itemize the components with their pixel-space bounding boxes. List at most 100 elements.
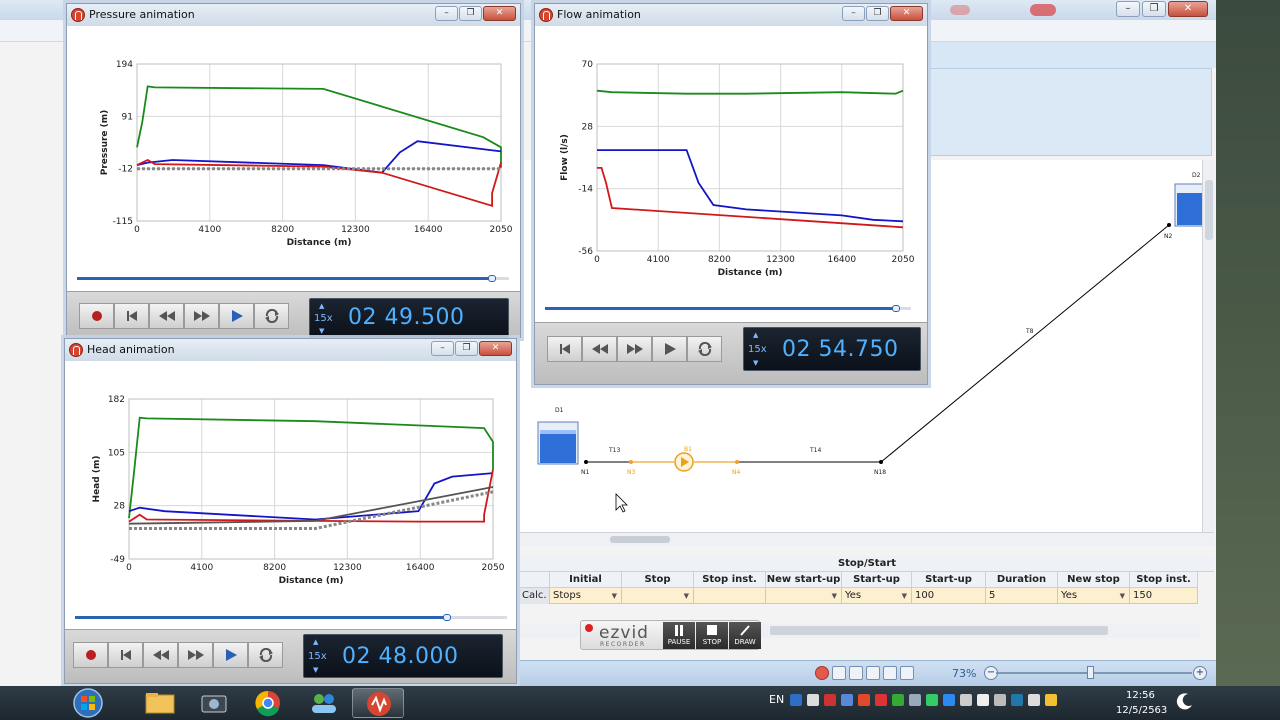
speed-up-icon[interactable]: ▲ bbox=[313, 638, 318, 646]
maximize-button[interactable]: ❐ bbox=[866, 6, 889, 21]
clock-date[interactable]: 12/5/2563 bbox=[1116, 705, 1167, 716]
cell-stop-inst[interactable] bbox=[694, 588, 766, 604]
rewind-button[interactable] bbox=[149, 303, 184, 329]
tray-icon[interactable] bbox=[824, 694, 836, 706]
moon-icon[interactable] bbox=[1176, 692, 1194, 710]
play-button[interactable] bbox=[213, 642, 248, 668]
tray-icon[interactable] bbox=[892, 694, 904, 706]
close-button[interactable]: ✕ bbox=[479, 341, 512, 356]
loop-button[interactable] bbox=[687, 336, 722, 362]
play-button[interactable] bbox=[652, 336, 687, 362]
canvas-vertical-scrollbar[interactable] bbox=[1202, 160, 1214, 532]
tray-icon[interactable] bbox=[926, 694, 938, 706]
flow-speed[interactable]: 15x bbox=[748, 344, 767, 355]
skip-start-button[interactable] bbox=[114, 303, 149, 329]
zoom-slider[interactable] bbox=[996, 672, 1192, 674]
cell-start-up-inst[interactable]: 100 bbox=[912, 588, 986, 604]
pressure-progress-track[interactable] bbox=[77, 275, 509, 282]
properties-scroll-thumb[interactable] bbox=[770, 626, 1108, 635]
col-stop-inst-2[interactable]: Stop inst. bbox=[1130, 572, 1198, 588]
status-tool-icon[interactable] bbox=[832, 666, 846, 680]
col-initial[interactable]: Initial bbox=[550, 572, 622, 588]
node-n2[interactable] bbox=[1167, 223, 1171, 227]
canvas-horizontal-scroll-thumb[interactable] bbox=[610, 536, 670, 543]
taskbar-hydraulic-app[interactable] bbox=[352, 688, 404, 718]
cell-new-start-up[interactable]: ▼ bbox=[766, 588, 842, 604]
status-tool-icon[interactable] bbox=[849, 666, 863, 680]
flow-progress-thumb[interactable] bbox=[892, 305, 901, 312]
record-button[interactable] bbox=[73, 642, 108, 668]
skip-start-button[interactable] bbox=[108, 642, 143, 668]
pressure-titlebar[interactable]: Pressure animation – ❐ ✕ bbox=[67, 4, 520, 26]
cell-stop[interactable]: ▼ bbox=[622, 588, 694, 604]
col-stop-inst[interactable]: Stop inst. bbox=[694, 572, 766, 588]
taskbar-chrome[interactable] bbox=[242, 688, 294, 718]
start-button-icon[interactable] bbox=[68, 687, 108, 719]
flow-progress-track[interactable] bbox=[545, 305, 911, 312]
main-maximize-button[interactable]: ❐ bbox=[1142, 1, 1166, 17]
language-indicator[interactable]: EN bbox=[769, 693, 784, 706]
ezvid-stop-button[interactable]: STOP bbox=[696, 622, 728, 649]
taskbar-explorer[interactable] bbox=[134, 688, 186, 718]
ezvid-draw-button[interactable]: DRAW bbox=[729, 622, 761, 649]
head-animation-window[interactable]: Head animation – ❐ ✕ 0 4100 8200 12300 16400… bbox=[64, 338, 517, 684]
play-button[interactable] bbox=[219, 303, 254, 329]
minimize-button[interactable]: – bbox=[842, 6, 865, 21]
cell-duration[interactable]: 5 bbox=[986, 588, 1058, 604]
speed-down-icon[interactable]: ▼ bbox=[313, 666, 318, 674]
zoom-in-button[interactable]: + bbox=[1193, 666, 1207, 680]
tray-icon[interactable] bbox=[994, 694, 1006, 706]
pressure-speed[interactable]: 15x bbox=[314, 313, 333, 324]
dropdown-arrow-icon[interactable]: ▼ bbox=[1120, 588, 1125, 604]
status-tool-icon[interactable] bbox=[900, 666, 914, 680]
flow-titlebar[interactable]: Flow animation – ❐ ✕ bbox=[535, 4, 927, 26]
fast-forward-button[interactable] bbox=[184, 303, 219, 329]
zoom-slider-thumb[interactable] bbox=[1087, 666, 1094, 679]
close-button[interactable]: ✕ bbox=[483, 6, 516, 21]
canvas-horizontal-scrollbar[interactable] bbox=[520, 532, 1214, 546]
tray-icon[interactable] bbox=[1045, 694, 1057, 706]
head-progress-track[interactable] bbox=[75, 614, 507, 621]
tank-d2-icon[interactable] bbox=[1174, 183, 1202, 227]
dropdown-arrow-icon[interactable]: ▼ bbox=[684, 588, 689, 604]
tray-icon[interactable] bbox=[875, 694, 887, 706]
taskbar-camera[interactable] bbox=[188, 688, 240, 718]
pressure-progress-thumb[interactable] bbox=[487, 275, 496, 282]
col-start-up-inst[interactable]: Start-up inst. bbox=[912, 572, 986, 601]
col-new-stop[interactable]: New stop bbox=[1058, 572, 1130, 588]
node-n18[interactable] bbox=[879, 460, 883, 464]
maximize-button[interactable]: ❐ bbox=[455, 341, 478, 356]
tray-icon[interactable] bbox=[807, 694, 819, 706]
speed-up-icon[interactable]: ▲ bbox=[753, 331, 758, 339]
rewind-button[interactable] bbox=[582, 336, 617, 362]
ezvid-pause-button[interactable]: PAUSE bbox=[663, 622, 695, 649]
speed-up-icon[interactable]: ▲ bbox=[319, 302, 324, 310]
network-icon[interactable] bbox=[960, 694, 972, 706]
bluetooth-icon[interactable] bbox=[841, 694, 853, 706]
minimize-button[interactable]: – bbox=[435, 6, 458, 21]
loop-button[interactable] bbox=[248, 642, 283, 668]
clock-time[interactable]: 12:56 bbox=[1126, 690, 1155, 701]
tray-icon[interactable] bbox=[858, 694, 870, 706]
loop-button[interactable] bbox=[254, 303, 289, 329]
maximize-button[interactable]: ❐ bbox=[459, 6, 482, 21]
col-stop[interactable]: Stop bbox=[622, 572, 694, 588]
node-n4[interactable] bbox=[735, 460, 739, 464]
status-tool-icon[interactable] bbox=[883, 666, 897, 680]
tray-icon[interactable] bbox=[909, 694, 921, 706]
record-button[interactable] bbox=[79, 303, 114, 329]
help-icon[interactable] bbox=[790, 694, 802, 706]
main-close-button[interactable]: ✕ bbox=[1168, 1, 1208, 17]
cell-new-stop[interactable]: Yes ▼ bbox=[1058, 588, 1130, 604]
cell-initial[interactable]: Stops ▼ bbox=[550, 588, 622, 604]
col-new-start-up[interactable]: New start-up bbox=[766, 572, 842, 588]
tank-d1-icon[interactable] bbox=[537, 421, 579, 465]
taskbar-messenger[interactable] bbox=[298, 688, 350, 718]
tray-icon[interactable] bbox=[1011, 694, 1023, 706]
main-minimize-button[interactable]: – bbox=[1116, 1, 1140, 17]
pressure-animation-window[interactable]: Pressure animation – ❐ ✕ 0 4100 8200 12300 1… bbox=[66, 3, 521, 339]
canvas-vertical-scroll-thumb[interactable] bbox=[1205, 180, 1213, 240]
status-tool-icon[interactable] bbox=[866, 666, 880, 680]
tray-icon[interactable] bbox=[1028, 694, 1040, 706]
minimize-button[interactable]: – bbox=[431, 341, 454, 356]
